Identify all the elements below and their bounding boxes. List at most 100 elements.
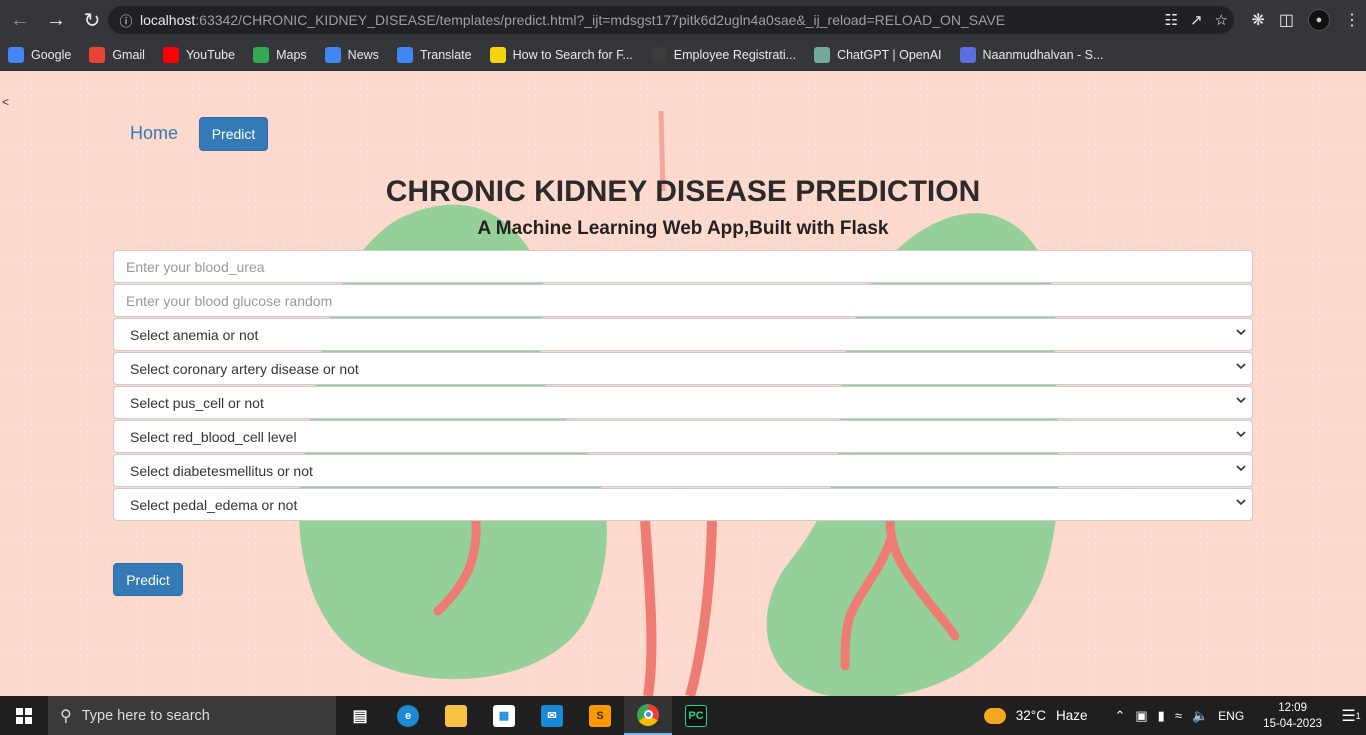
select-value: Select red_blood_cell level bbox=[130, 428, 297, 445]
clock[interactable]: 12:09 15-04-2023 bbox=[1263, 700, 1322, 732]
sublime-app[interactable]: S bbox=[576, 696, 624, 735]
weather-widget[interactable]: 32°C Haze bbox=[983, 707, 1088, 724]
maps-icon bbox=[253, 47, 270, 63]
pedal-edema-select[interactable]: Select pedal_edema or not bbox=[113, 488, 1253, 521]
bookmark-item[interactable]: Employee Registrati... bbox=[650, 47, 797, 63]
meet-now-icon[interactable]: ▣ bbox=[1135, 708, 1147, 724]
chevron-down-icon bbox=[1236, 431, 1246, 438]
edge-icon: e bbox=[397, 704, 419, 727]
chevron-down-icon bbox=[1236, 499, 1246, 506]
page-icon bbox=[650, 47, 667, 63]
language-indicator[interactable]: ENG bbox=[1218, 709, 1244, 723]
address-bar[interactable]: ⓘ localhost:63342/CHRONIC_KIDNEY_DISEASE… bbox=[108, 6, 1234, 34]
pycharm-icon: PC bbox=[685, 704, 707, 727]
extensions-icon[interactable]: ❋ bbox=[1251, 10, 1264, 30]
bookmark-star-icon[interactable]: ☆ bbox=[1215, 11, 1228, 29]
youtube-icon bbox=[162, 47, 179, 63]
back-icon[interactable]: ← bbox=[4, 4, 36, 36]
store-icon: ▦ bbox=[493, 704, 515, 727]
battery-icon[interactable]: ▮ bbox=[1158, 708, 1165, 724]
side-panel-icon[interactable]: ◫ bbox=[1279, 10, 1294, 30]
pycharm-app[interactable]: PC bbox=[672, 696, 720, 735]
bookmark-label: Gmail bbox=[112, 48, 145, 62]
site-icon bbox=[959, 47, 976, 63]
bookmark-item[interactable]: Google bbox=[8, 47, 71, 63]
bookmark-item[interactable]: How to Search for F... bbox=[489, 47, 633, 63]
volume-icon[interactable]: 🔈 bbox=[1192, 708, 1208, 724]
pus-cell-select[interactable]: Select pus_cell or not bbox=[113, 386, 1253, 419]
nav-home-link[interactable]: Home bbox=[130, 123, 178, 144]
bookmark-label: Maps bbox=[276, 48, 307, 62]
bookmark-label: ChatGPT | OpenAI bbox=[837, 48, 942, 62]
notification-center-icon[interactable]: ☰ 1 bbox=[1336, 706, 1366, 726]
weather-temp: 32°C bbox=[1015, 708, 1046, 723]
reload-icon[interactable]: ↻ bbox=[76, 4, 108, 36]
haze-weather-icon bbox=[983, 707, 1006, 724]
windows-logo-icon bbox=[16, 707, 32, 724]
task-view-icon: ▤ bbox=[352, 707, 368, 725]
folder-icon bbox=[445, 704, 467, 727]
bookmark-label: Naanmudhalvan - S... bbox=[982, 48, 1104, 62]
bookmarks-bar: Google Gmail YouTube Maps News Translate How t… bbox=[0, 40, 1366, 71]
url-host: localhost bbox=[140, 12, 196, 28]
chevron-up-icon[interactable]: ⌃ bbox=[1114, 708, 1125, 724]
bookmark-item[interactable]: Naanmudhalvan - S... bbox=[959, 47, 1104, 63]
chatgpt-icon bbox=[814, 47, 831, 63]
bookmark-item[interactable]: Translate bbox=[396, 47, 472, 63]
page-subtitle: A Machine Learning Web App,Built with Fl… bbox=[477, 218, 889, 239]
red-blood-cell-select[interactable]: Select red_blood_cell level bbox=[113, 420, 1253, 453]
taskbar-search-input[interactable]: ⚲ Type here to search bbox=[48, 696, 336, 735]
windows-taskbar: ⚲ Type here to search ▤ e ▦ ✉ S PC 32°C … bbox=[0, 696, 1366, 735]
search-icon: ⚲ bbox=[60, 707, 72, 725]
wifi-icon[interactable]: ≈ bbox=[1175, 708, 1182, 723]
bookmark-label: YouTube bbox=[185, 48, 236, 62]
browser-toolbar: ← → ↻ ⓘ localhost:63342/CHRONIC_KIDNEY_D… bbox=[0, 0, 1366, 40]
anemia-select[interactable]: Select anemia or not bbox=[113, 318, 1253, 351]
coronary-artery-disease-select[interactable]: Select coronary artery disease or not bbox=[113, 352, 1253, 385]
url-path: :63342/CHRONIC_KIDNEY_DISEASE/templates/… bbox=[195, 12, 1006, 28]
bookmark-label: How to Search for F... bbox=[512, 48, 633, 62]
profile-avatar-icon[interactable]: ● bbox=[1308, 9, 1330, 31]
page-title: CHRONIC KIDNEY DISEASE PREDICTION bbox=[385, 175, 981, 208]
diabetes-mellitus-select[interactable]: Select diabetesmellitus or not bbox=[113, 454, 1253, 487]
url-text[interactable]: localhost:63342/CHRONIC_KIDNEY_DISEASE/t… bbox=[140, 12, 1005, 28]
file-explorer-app[interactable] bbox=[432, 696, 480, 735]
task-view-button[interactable]: ▤ bbox=[336, 696, 384, 735]
search-placeholder: Type here to search bbox=[81, 707, 210, 724]
select-value: Select coronary artery disease or not bbox=[130, 360, 359, 377]
edge-app[interactable]: e bbox=[384, 696, 432, 735]
translate-page-icon[interactable]: ☷ bbox=[1165, 11, 1178, 29]
predict-submit-button[interactable]: Predict bbox=[113, 563, 183, 596]
clock-date: 15-04-2023 bbox=[1263, 717, 1322, 730]
share-icon[interactable]: ↗ bbox=[1190, 11, 1203, 29]
vessel-center-b bbox=[685, 520, 717, 696]
bookmark-label: Google bbox=[31, 48, 72, 62]
nav-predict-button[interactable]: Predict bbox=[199, 117, 268, 151]
menu-kebab-icon[interactable]: ⋮ bbox=[1344, 10, 1360, 30]
blood-urea-input[interactable]: Enter your blood_urea bbox=[113, 250, 1253, 283]
store-app[interactable]: ▦ bbox=[480, 696, 528, 735]
bookmark-label: Employee Registrati... bbox=[673, 48, 797, 62]
chevron-down-icon bbox=[1236, 465, 1246, 472]
bookmark-item[interactable]: Maps bbox=[253, 47, 307, 63]
bookmark-item[interactable]: YouTube bbox=[162, 47, 236, 63]
stray-character: < bbox=[2, 95, 10, 109]
blood-glucose-random-input[interactable]: Enter your blood glucose random bbox=[113, 284, 1253, 317]
start-button[interactable] bbox=[0, 696, 48, 735]
gmail-icon bbox=[89, 47, 106, 63]
forward-icon[interactable]: → bbox=[40, 4, 72, 36]
sublime-icon: S bbox=[589, 704, 611, 727]
system-tray: 32°C Haze ⌃ ▣ ▮ ≈ 🔈 ENG 12:09 15-04-2023… bbox=[983, 696, 1366, 735]
bookmark-item[interactable]: Gmail bbox=[89, 47, 145, 63]
weather-desc: Haze bbox=[1055, 708, 1088, 723]
news-icon bbox=[324, 47, 341, 63]
bookmark-item[interactable]: ChatGPT | OpenAI bbox=[814, 47, 942, 63]
mail-app[interactable]: ✉ bbox=[528, 696, 576, 735]
web-page: < Home Predict CHRONIC KIDNEY DISEASE PR… bbox=[0, 71, 1366, 696]
bookmark-item[interactable]: News bbox=[324, 47, 379, 63]
site-info-icon[interactable]: ⓘ bbox=[112, 11, 140, 30]
bookmark-label: Translate bbox=[419, 48, 472, 62]
chevron-down-icon bbox=[1236, 329, 1246, 336]
prediction-form: Enter your blood_urea Enter your blood g… bbox=[113, 250, 1253, 522]
chrome-app[interactable] bbox=[624, 696, 672, 735]
